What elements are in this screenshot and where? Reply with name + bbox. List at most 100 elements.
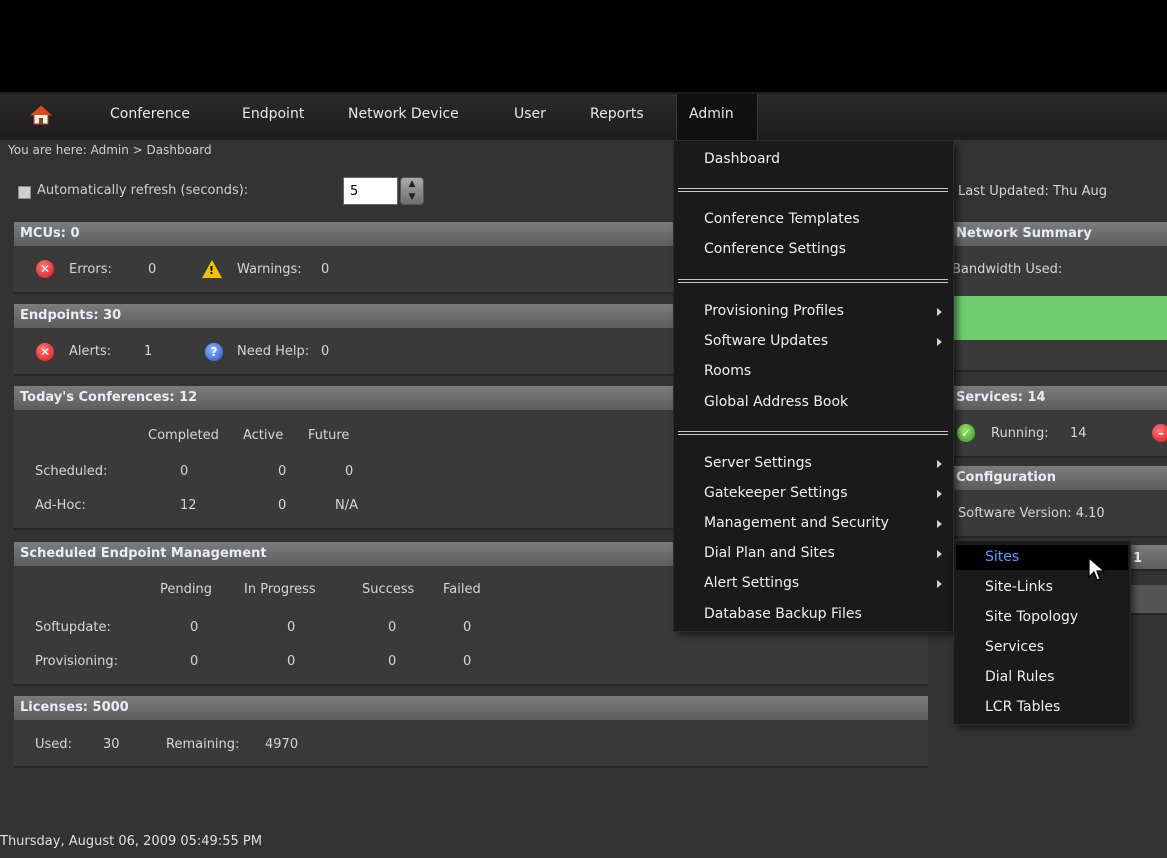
running-label: Running: — [991, 426, 1049, 441]
sem-col-failed: Failed — [443, 582, 481, 597]
menu-management-security[interactable]: Management and Security — [704, 515, 889, 531]
software-version: Software Version: 4.10 — [958, 506, 1105, 521]
submenu-lcr-tables[interactable]: LCR Tables — [985, 699, 1060, 715]
menu-software-updates[interactable]: Software Updates — [704, 333, 828, 349]
licenses-used-label: Used: — [35, 737, 72, 752]
menu-rooms[interactable]: Rooms — [704, 363, 751, 379]
nav-network-device[interactable]: Network Device — [348, 106, 459, 122]
bandwidth-bar — [952, 296, 1167, 340]
submenu-site-topology[interactable]: Site Topology — [985, 609, 1078, 625]
conf-row-label: Ad-Hoc: — [35, 498, 86, 513]
network-summary-title: Network Summary — [950, 222, 1167, 246]
conf-cell: 12 — [180, 498, 197, 513]
auto-refresh-checkbox[interactable] — [18, 186, 31, 199]
sem-cell: 0 — [388, 620, 397, 635]
sem-cell: 0 — [190, 654, 199, 669]
conf-row-label: Scheduled: — [35, 464, 108, 479]
endpoints-help-value: 0 — [321, 344, 330, 359]
conf-col-future: Future — [308, 428, 350, 443]
menu-provisioning-profiles[interactable]: Provisioning Profiles — [704, 303, 844, 319]
licenses-panel: Licenses: 5000 — [14, 696, 928, 768]
auto-refresh-label: Automatically refresh (seconds): — [37, 183, 249, 198]
submenu-services[interactable]: Services — [985, 639, 1044, 655]
nav-user[interactable]: User — [514, 106, 546, 122]
conf-cell: 0 — [180, 464, 189, 479]
sem-col-success: Success — [362, 582, 415, 597]
home-icon[interactable] — [30, 104, 52, 126]
mcus-errors-label: Errors: — [69, 262, 112, 277]
sem-cell: 0 — [388, 654, 397, 669]
endpoints-alerts-value: 1 — [144, 344, 153, 359]
licenses-remaining-label: Remaining: — [166, 737, 240, 752]
menu-separator — [678, 188, 948, 192]
services-panel: Services: 14 — [950, 386, 1167, 458]
nav-admin[interactable]: Admin — [689, 106, 734, 122]
sem-row-label: Softupdate: — [35, 620, 111, 635]
sem-cell: 0 — [190, 620, 199, 635]
licenses-title: Licenses: 5000 — [14, 696, 928, 720]
alert-icon: ✕ — [36, 343, 54, 361]
error-icon: ✕ — [36, 260, 54, 278]
nav-endpoint[interactable]: Endpoint — [242, 106, 304, 122]
help-icon: ? — [205, 343, 223, 361]
services-title: Services: 14 — [950, 386, 1167, 410]
conf-cell: N/A — [335, 498, 358, 513]
breadcrumb: You are here: Admin > Dashboard — [8, 143, 212, 157]
running-value: 14 — [1070, 426, 1087, 441]
sem-col-pending: Pending — [160, 582, 212, 597]
warning-icon: ! — [202, 260, 222, 278]
conf-cell: 0 — [345, 464, 354, 479]
configuration-title: Configuration — [950, 466, 1167, 490]
endpoints-alerts-label: Alerts: — [69, 344, 112, 359]
refresh-spinner[interactable]: ▲ ▼ — [400, 177, 424, 205]
refresh-seconds-input[interactable]: 5 — [343, 177, 398, 205]
mcus-warnings-label: Warnings: — [237, 262, 302, 277]
stopped-icon: – — [1152, 424, 1167, 442]
submenu-dial-rules[interactable]: Dial Rules — [985, 669, 1054, 685]
sem-col-in-progress: In Progress — [244, 582, 316, 597]
bandwidth-label: Bandwidth Used: — [952, 262, 1063, 277]
footer-datetime: Thursday, August 06, 2009 05:49:55 PM — [0, 834, 262, 849]
spinner-down-icon[interactable]: ▼ — [401, 191, 423, 204]
submenu-arrow-icon — [937, 580, 942, 588]
admin-dropdown-menu: Dashboard Conference Templates Conferenc… — [673, 140, 954, 632]
menu-conference-settings[interactable]: Conference Settings — [704, 241, 846, 257]
sem-row-label: Provisioning: — [35, 654, 118, 669]
conf-col-completed: Completed — [148, 428, 219, 443]
menu-dial-plan-sites[interactable]: Dial Plan and Sites — [704, 545, 835, 561]
endpoints-help-label: Need Help: — [237, 344, 310, 359]
sem-cell: 0 — [287, 620, 296, 635]
configuration-panel: Configuration — [950, 466, 1167, 538]
submenu-arrow-icon — [937, 520, 942, 528]
menu-conference-templates[interactable]: Conference Templates — [704, 211, 860, 227]
last-updated: Last Updated: Thu Aug — [958, 184, 1107, 199]
submenu-arrow-icon — [937, 460, 942, 468]
submenu-arrow-icon — [937, 308, 942, 316]
menu-separator — [678, 279, 948, 283]
conf-cell: 0 — [278, 464, 287, 479]
running-check-icon: ✓ — [957, 424, 975, 442]
menu-global-address-book[interactable]: Global Address Book — [704, 394, 848, 410]
menu-server-settings[interactable]: Server Settings — [704, 455, 812, 471]
sem-cell: 0 — [463, 620, 472, 635]
licenses-used-value: 30 — [103, 737, 120, 752]
menu-gatekeeper-settings[interactable]: Gatekeeper Settings — [704, 485, 848, 501]
mouse-pointer-icon — [1088, 557, 1106, 581]
menu-alert-settings[interactable]: Alert Settings — [704, 575, 799, 591]
mcus-errors-value: 0 — [148, 262, 157, 277]
sem-cell: 0 — [287, 654, 296, 669]
licenses-remaining-value: 4970 — [265, 737, 299, 752]
menu-separator — [678, 431, 948, 435]
menu-database-backup[interactable]: Database Backup Files — [704, 606, 862, 622]
spinner-up-icon[interactable]: ▲ — [401, 178, 423, 191]
conf-cell: 0 — [278, 498, 287, 513]
nav-reports[interactable]: Reports — [590, 106, 644, 122]
sem-cell: 0 — [463, 654, 472, 669]
partial-header-value: 1 — [1133, 551, 1143, 566]
nav-conference[interactable]: Conference — [110, 106, 190, 122]
submenu-site-links[interactable]: Site-Links — [985, 579, 1053, 595]
submenu-sites[interactable]: Sites — [985, 549, 1019, 565]
conf-col-active: Active — [243, 428, 284, 443]
menu-dashboard[interactable]: Dashboard — [704, 151, 780, 167]
top-banner — [0, 0, 1167, 92]
